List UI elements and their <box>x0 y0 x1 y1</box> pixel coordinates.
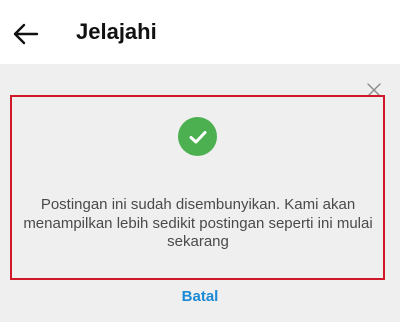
notice-message: Postingan ini sudah disembunyikan. Kami … <box>23 196 373 250</box>
success-badge <box>178 117 217 156</box>
undo-button[interactable]: Batal <box>0 288 400 305</box>
checkmark-icon <box>189 130 206 143</box>
top-app-bar: Jelajahi <box>0 0 400 64</box>
back-button[interactable] <box>10 18 42 50</box>
arrow-left-icon <box>13 23 39 45</box>
page-title: Jelajahi <box>76 19 157 44</box>
